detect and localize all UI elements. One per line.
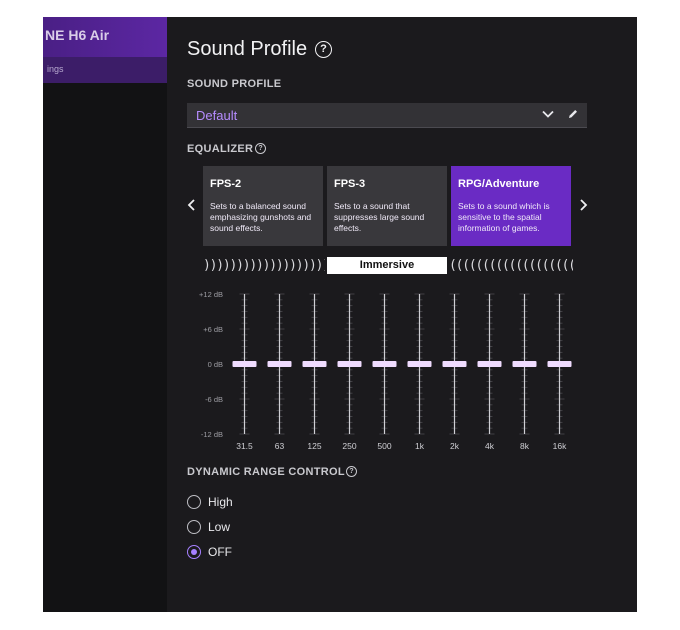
- band-frequency-label: 63: [275, 441, 285, 451]
- drc-option-off[interactable]: OFF: [187, 544, 297, 562]
- sound-profile-dropdown[interactable]: Default: [187, 103, 587, 128]
- band-slider-knob[interactable]: [302, 361, 327, 367]
- sidebar: NE H6 Air ings: [43, 17, 167, 612]
- radio-circle-icon[interactable]: [187, 495, 201, 509]
- preset-description: Sets to a sound which is sensitive to th…: [458, 201, 550, 233]
- band-frequency-label: 250: [342, 441, 356, 451]
- device-title: NE H6 Air: [45, 27, 110, 43]
- band-frequency-label: 16k: [553, 441, 567, 451]
- chevron-down-icon[interactable]: [541, 107, 555, 121]
- wave-pattern-right: ((((((((((((((((((((((((((((((((((((: [449, 258, 573, 273]
- band-slider-knob[interactable]: [407, 361, 432, 367]
- band-slider-knob[interactable]: [512, 361, 537, 367]
- main-panel: Sound Profile ? SOUND PROFILE Default EQ…: [167, 17, 637, 612]
- equalizer-help-icon[interactable]: ?: [255, 143, 266, 154]
- radio-label: High: [208, 495, 233, 509]
- preset-card-fps-2[interactable]: FPS-2 Sets to a balanced sound emphasizi…: [203, 166, 323, 246]
- band-slider-knob[interactable]: [232, 361, 257, 367]
- preset-description: Sets to a balanced sound emphasizing gun…: [210, 201, 312, 233]
- db-tick-label: +12 dB: [199, 290, 223, 299]
- band-slider-knob[interactable]: [477, 361, 502, 367]
- band-frequency-label: 8k: [520, 441, 530, 451]
- preset-name: FPS-3: [334, 178, 366, 190]
- preset-card-fps-3[interactable]: FPS-3 Sets to a sound that suppresses la…: [327, 166, 447, 246]
- band-frequency-label: 2k: [450, 441, 460, 451]
- equalizer-graph: +12 dB +6 dB 0 dB -6 dB -12 dB 31.5 63 125 250 50…: [199, 290, 572, 451]
- preset-card-rpg-adventure[interactable]: RPG/Adventure Sets to a sound which is s…: [451, 166, 571, 246]
- drc-option-high[interactable]: High: [187, 494, 297, 512]
- sidebar-item-settings[interactable]: ings: [43, 57, 167, 83]
- spatial-mode-indicator[interactable]: Immersive: [327, 257, 447, 274]
- chevron-left-icon[interactable]: [186, 197, 198, 213]
- sidebar-item-label: ings: [47, 64, 64, 74]
- spatial-mode-slider[interactable]: ))))))))))))))))))))))))))))))))))) Imme…: [203, 255, 573, 277]
- radio-label: OFF: [208, 545, 232, 559]
- help-icon[interactable]: ?: [315, 41, 332, 58]
- pencil-icon[interactable]: [567, 108, 579, 120]
- band-slider-knob[interactable]: [372, 361, 397, 367]
- equalizer-label: EQUALIZER: [187, 143, 254, 155]
- radio-selected-icon[interactable]: [187, 545, 201, 559]
- app-window: NE H6 Air ings Sound Profile ? SOUND PRO…: [43, 17, 637, 612]
- drc-help-icon[interactable]: ?: [346, 466, 357, 477]
- preset-description: Sets to a sound that suppresses large so…: [334, 201, 425, 233]
- band-frequency-label: 4k: [485, 441, 495, 451]
- db-tick-label: +6 dB: [203, 325, 223, 334]
- radio-circle-icon[interactable]: [187, 520, 201, 534]
- page-title: Sound Profile: [187, 38, 308, 60]
- band-frequency-label: 500: [377, 441, 391, 451]
- band-frequency-label: 1k: [415, 441, 425, 451]
- preset-name: FPS-2: [210, 178, 242, 190]
- db-tick-label: -6 dB: [205, 395, 223, 404]
- chevron-right-icon[interactable]: [577, 197, 589, 213]
- db-tick-label: -12 dB: [201, 430, 223, 439]
- sound-profile-label: SOUND PROFILE: [187, 78, 282, 90]
- band-slider-knob[interactable]: [547, 361, 572, 367]
- drc-label: DYNAMIC RANGE CONTROL: [187, 466, 345, 478]
- drc-option-low[interactable]: Low: [187, 519, 297, 537]
- wave-pattern-left: ))))))))))))))))))))))))))))))))))): [203, 258, 325, 273]
- band-frequency-label: 31.5: [236, 441, 253, 451]
- band-frequency-label: 125: [307, 441, 321, 451]
- sidebar-device-header[interactable]: NE H6 Air: [43, 17, 167, 57]
- band-slider-knob[interactable]: [442, 361, 467, 367]
- band-slider-knob[interactable]: [337, 361, 362, 367]
- radio-label: Low: [208, 520, 231, 534]
- preset-name: RPG/Adventure: [458, 178, 540, 190]
- sound-profile-value: Default: [196, 108, 238, 123]
- db-tick-label: 0 dB: [208, 360, 223, 369]
- band-slider-knob[interactable]: [267, 361, 292, 367]
